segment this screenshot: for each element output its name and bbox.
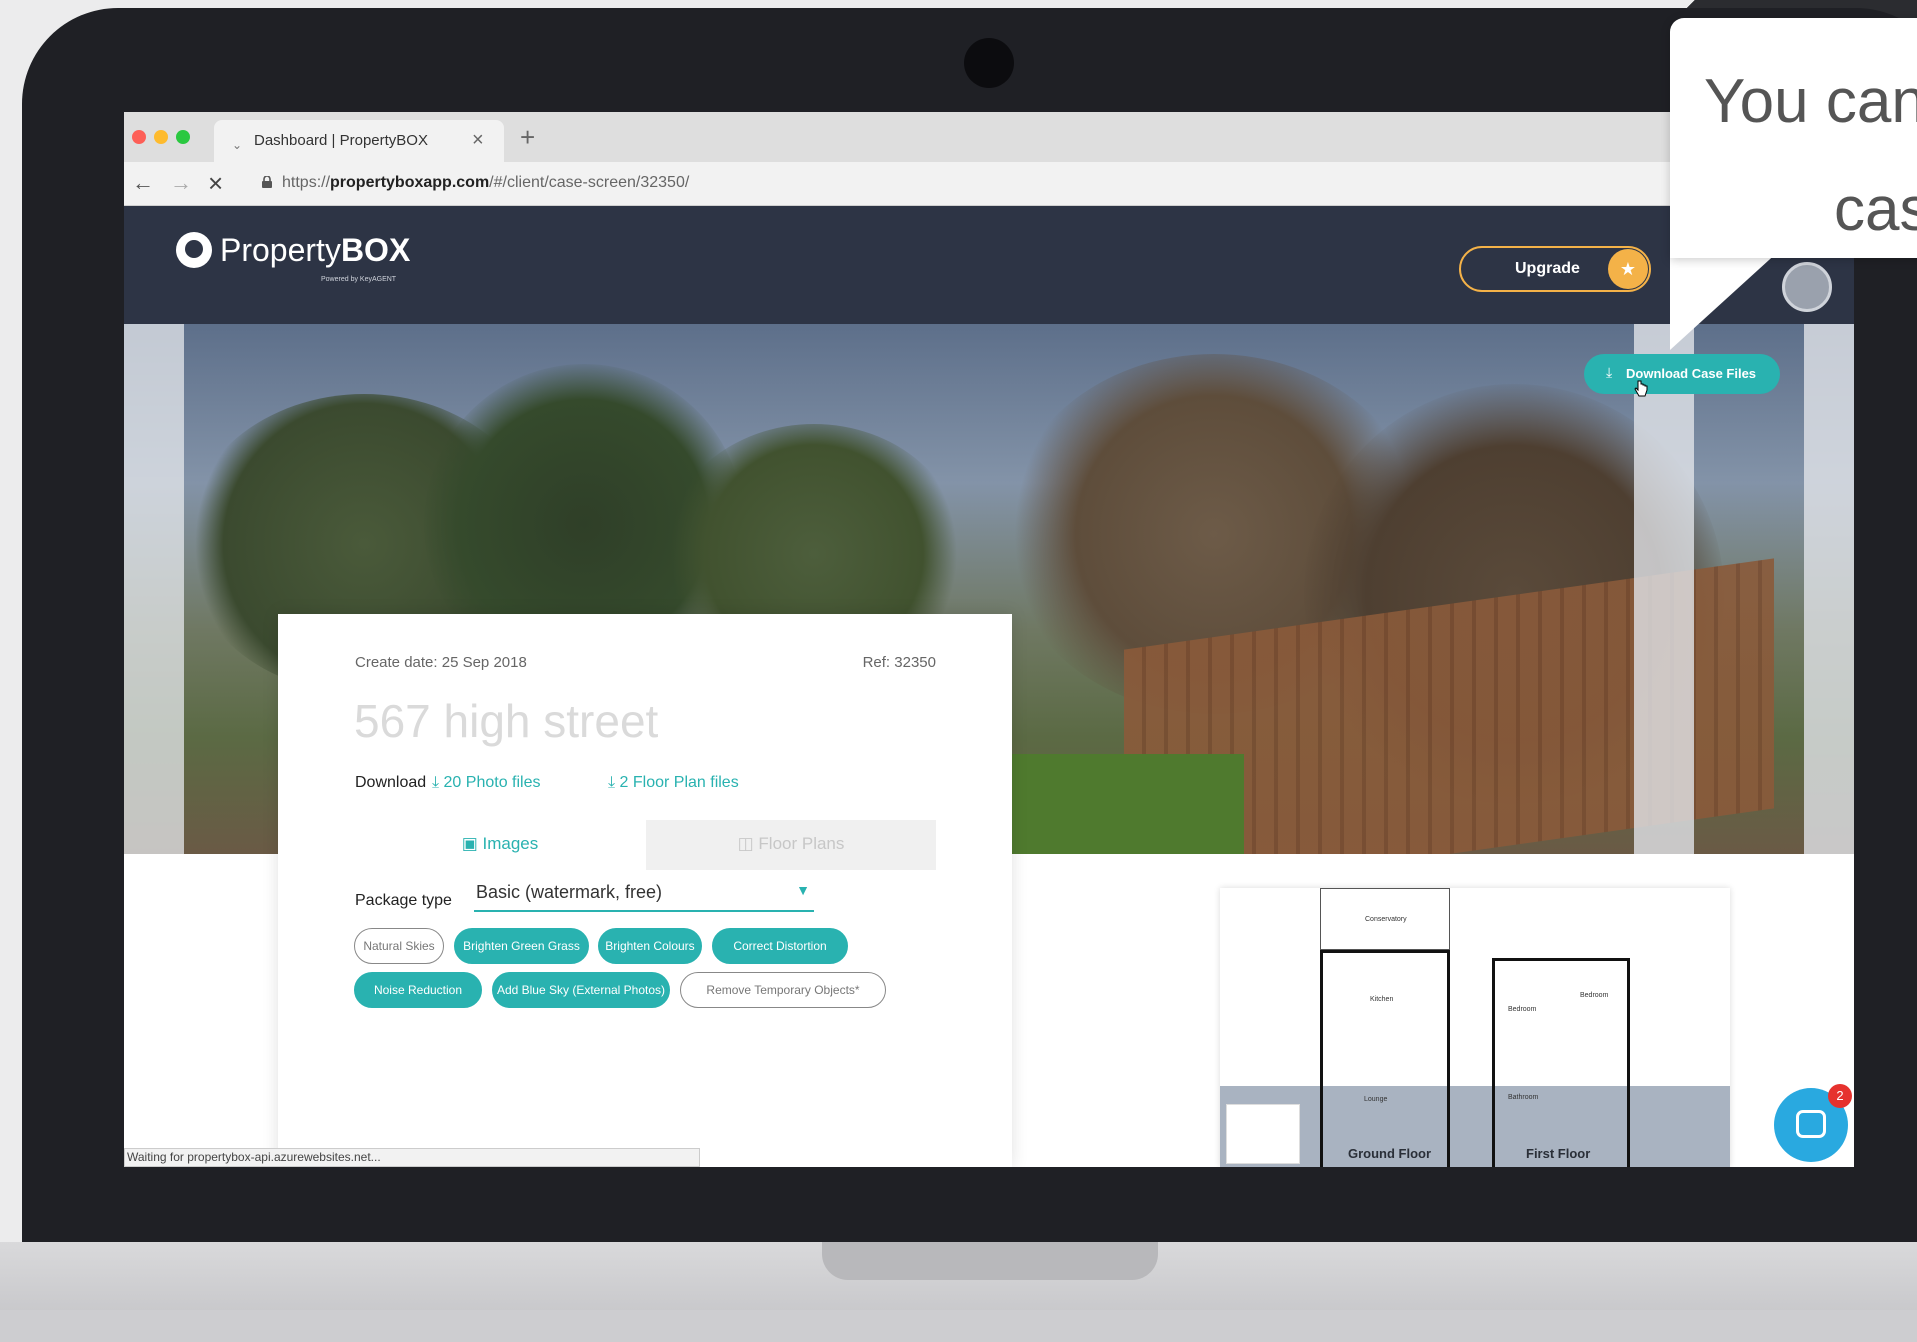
browser-tab[interactable]: ⌄ Dashboard | PropertyBOX × [214, 120, 504, 162]
callout-text-line1: You can [1704, 67, 1917, 136]
loading-icon: ⌄ [232, 138, 243, 152]
floor-plan-preview[interactable]: Conservatory Kitchen Lounge Bedroom Bedr… [1220, 888, 1730, 1167]
upgrade-button[interactable]: Upgrade ★ [1459, 246, 1651, 292]
ground-floor-outline [1320, 950, 1450, 1167]
browser-status-bar: Waiting for propertybox-api.azurewebsite… [124, 1148, 700, 1167]
package-type-label: Package type [355, 892, 452, 909]
browser-toolbar: ← → × https://propertyboxapp.com/#/clien… [124, 162, 1854, 206]
laptop-hinge [822, 1242, 1158, 1280]
floor-plan-minimap [1226, 1104, 1300, 1164]
back-arrow-icon[interactable]: ← [132, 170, 154, 196]
option-chip-remove-temporary-objects[interactable]: Remove Temporary Objects* [680, 972, 886, 1008]
option-chip-correct-distortion[interactable]: Correct Distortion [712, 928, 848, 964]
star-icon: ★ [1608, 249, 1648, 289]
chevron-down-icon: ▼ [796, 882, 810, 898]
close-window-icon[interactable] [132, 130, 146, 144]
download-case-files-button[interactable]: ⤓ Download Case Files [1584, 354, 1780, 394]
package-type-value: Basic (watermark, free) [476, 882, 663, 902]
url-field[interactable]: https://propertyboxapp.com/#/client/case… [282, 174, 689, 192]
option-chip-add-blue-sky[interactable]: Add Blue Sky (External Photos) [492, 972, 670, 1008]
create-date: Create date: 25 Sep 2018 [355, 654, 527, 671]
option-chip-noise-reduction[interactable]: Noise Reduction [354, 972, 482, 1008]
lock-icon [262, 176, 272, 188]
callout-text-line2: cas [1834, 175, 1917, 244]
laptop-screen: ⌄ Dashboard | PropertyBOX × + ← → × http… [124, 112, 1854, 1167]
download-case-files-label: Download Case Files [1626, 366, 1757, 381]
tab-floor-plans[interactable]: ◫ Floor Plans [646, 820, 936, 870]
maximize-window-icon[interactable] [176, 130, 190, 144]
minimize-window-icon[interactable] [154, 130, 168, 144]
case-address: 567 high street [354, 695, 659, 747]
logo-tagline: Powered by KeyAGENT [321, 276, 397, 283]
image-icon: ▣ [461, 834, 478, 853]
laptop-base-shadow [0, 1310, 1917, 1342]
download-icon: ⤓ [608, 774, 616, 791]
chat-launcher-button[interactable]: 2 [1774, 1084, 1852, 1162]
tab-title: Dashboard | PropertyBOX [254, 132, 428, 149]
app-logo[interactable]: PropertyBOX [220, 232, 410, 269]
download-floor-plan-files-link[interactable]: ⤓ 2 Floor Plan files [608, 774, 739, 792]
upgrade-label: Upgrade [1515, 260, 1580, 277]
download-icon: ⤓ [1606, 364, 1613, 380]
case-card: Create date: 25 Sep 2018 Ref: 32350 567 … [278, 614, 1012, 1167]
package-type-select[interactable]: Basic (watermark, free) ▼ [474, 876, 814, 912]
browser-tabbar: ⌄ Dashboard | PropertyBOX × + [124, 112, 1854, 162]
case-ref: Ref: 32350 [862, 654, 936, 671]
forward-arrow-icon[interactable]: → [170, 170, 192, 196]
app-header: PropertyBOX Powered by KeyAGENT Upgrade … [124, 206, 1854, 324]
tab-close-icon[interactable]: × [472, 129, 484, 152]
option-chip-brighten-green-grass[interactable]: Brighten Green Grass [454, 928, 589, 964]
house-logo-icon[interactable] [176, 232, 212, 268]
camera-icon [964, 38, 1014, 88]
download-photo-files-link[interactable]: ⤓ 20 Photo files [432, 774, 540, 792]
chat-notification-badge: 2 [1828, 1084, 1852, 1108]
new-tab-button[interactable]: + [520, 122, 535, 153]
tab-images[interactable]: ▣ Images [354, 820, 646, 870]
stop-loading-icon[interactable]: × [208, 168, 223, 199]
option-chip-brighten-colours[interactable]: Brighten Colours [598, 928, 702, 964]
chat-icon [1796, 1110, 1826, 1138]
download-label: Download [355, 774, 427, 791]
ground-floor-label: Ground Floor [1348, 1146, 1432, 1161]
first-floor-label: First Floor [1526, 1146, 1591, 1161]
hand-cursor-icon [1634, 380, 1648, 397]
tutorial-callout: You can cas [1670, 18, 1917, 350]
floor-plan-icon: ◫ [737, 834, 754, 853]
download-icon: ⤓ [432, 774, 440, 791]
option-chip-natural-skies[interactable]: Natural Skies [354, 928, 444, 964]
first-floor-outline [1492, 958, 1630, 1167]
